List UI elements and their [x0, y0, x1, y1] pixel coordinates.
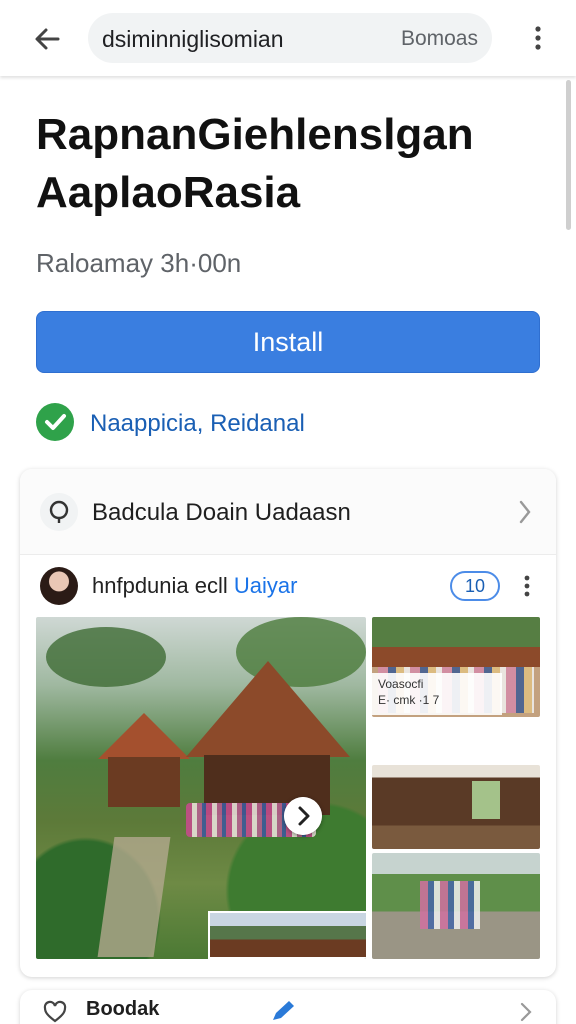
location-card-title: Badcula Doain Uadaasn — [92, 499, 351, 526]
hut-roof — [186, 661, 350, 757]
post-author[interactable]: hnfpdunia ecll — [92, 573, 228, 598]
app-title: RapnanGiehlenslgan AaplaoRasia — [36, 110, 474, 217]
post-author-link[interactable]: Uaiyar — [234, 573, 298, 598]
hut-roof — [98, 713, 190, 759]
side-photo[interactable] — [372, 853, 540, 959]
back-arrow-icon[interactable] — [30, 22, 64, 56]
chevron-right-icon[interactable] — [520, 1002, 532, 1022]
window — [472, 781, 500, 819]
play-icon[interactable] — [284, 797, 322, 835]
palm-tree — [46, 627, 166, 687]
heart-icon[interactable] — [42, 1000, 68, 1024]
photo-thumbnail[interactable] — [208, 911, 366, 959]
edit-icon[interactable] — [268, 998, 298, 1024]
address-bar[interactable]: dsiminniglisomian Bomoas — [88, 13, 492, 63]
post-author-line: hnfpdunia ecll Uaiyar — [92, 573, 297, 599]
address-bar-url: dsiminniglisomian — [102, 26, 284, 52]
stone-path — [97, 837, 171, 957]
address-bar-right-text: Bomoas — [400, 27, 478, 50]
people — [420, 881, 480, 929]
install-button[interactable]: Install — [36, 311, 540, 373]
bottom-card-label: Boodak — [86, 998, 160, 1020]
main-photo[interactable] — [36, 617, 366, 959]
photo-caption-line: E· cmk ·1 7 — [378, 693, 440, 707]
bottom-card[interactable]: Boodak — [20, 990, 556, 1024]
hut — [108, 757, 180, 807]
side-photo[interactable] — [372, 765, 540, 849]
location-card-header[interactable]: Badcula Doain Uadaasn — [20, 469, 556, 555]
more-vert-icon[interactable] — [520, 571, 534, 601]
photo-caption-line: Voasocfi — [378, 677, 424, 691]
location-card: Badcula Doain Uadaasn hnfpdunia ecll Uai… — [20, 469, 556, 977]
location-pin-icon — [40, 493, 78, 531]
side-photo[interactable]: Voasocfi E· cmk ·1 7 — [372, 617, 540, 717]
verified-label[interactable]: Naappicia, Reidanal — [90, 410, 305, 438]
count-badge[interactable]: 10 — [450, 571, 500, 601]
chevron-right-icon[interactable] — [518, 499, 532, 525]
more-vert-icon[interactable] — [528, 22, 548, 54]
browser-toolbar: dsiminniglisomian Bomoas — [0, 0, 576, 76]
check-circle-icon — [36, 403, 74, 441]
photo-caption: Voasocfi E· cmk ·1 7 — [372, 673, 502, 715]
post-header: hnfpdunia ecll Uaiyar 10 — [20, 555, 556, 615]
scrollbar[interactable] — [566, 80, 571, 230]
app-subtitle: Raloamay 3h·00n — [36, 248, 242, 278]
avatar[interactable] — [40, 567, 78, 605]
